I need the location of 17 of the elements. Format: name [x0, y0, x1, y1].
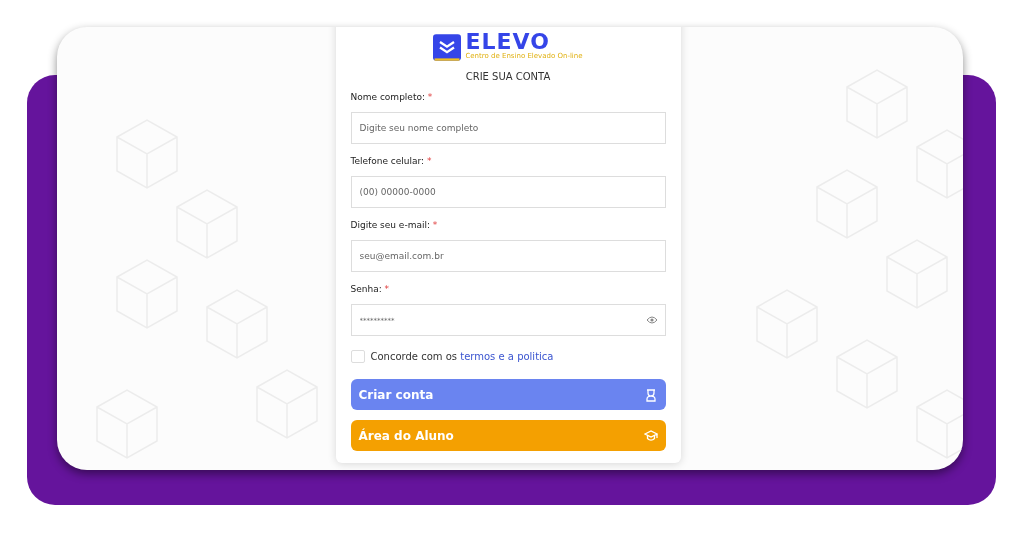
field-label: Telefone celular: * [350, 156, 433, 168]
student-area-button[interactable]: Área do Aluno [350, 420, 666, 451]
field-label: Digite seu e-mail: * [350, 220, 439, 232]
input-field[interactable]: Digite seu nome completo [350, 112, 666, 144]
graduation-cap-icon [643, 428, 658, 443]
logo-wordmark: ELEVO [465, 31, 550, 52]
field-label: Senha: * [350, 284, 391, 296]
input-field[interactable]: seu@email.com.br [350, 240, 666, 272]
agree-checkbox[interactable] [350, 350, 365, 363]
eye-icon[interactable] [645, 316, 658, 324]
create-account-button[interactable]: Criar conta [350, 379, 666, 410]
input-field[interactable]: (00) 00000-0000 [350, 176, 666, 208]
field-label: Nome completo: * [350, 92, 434, 104]
agree-text: Concorde com os termos e a politica [370, 351, 554, 362]
form-title: CRIE SUA CONTA [464, 71, 552, 82]
logo-icon [433, 34, 462, 61]
terms-link[interactable]: termos e a politica [460, 351, 554, 362]
